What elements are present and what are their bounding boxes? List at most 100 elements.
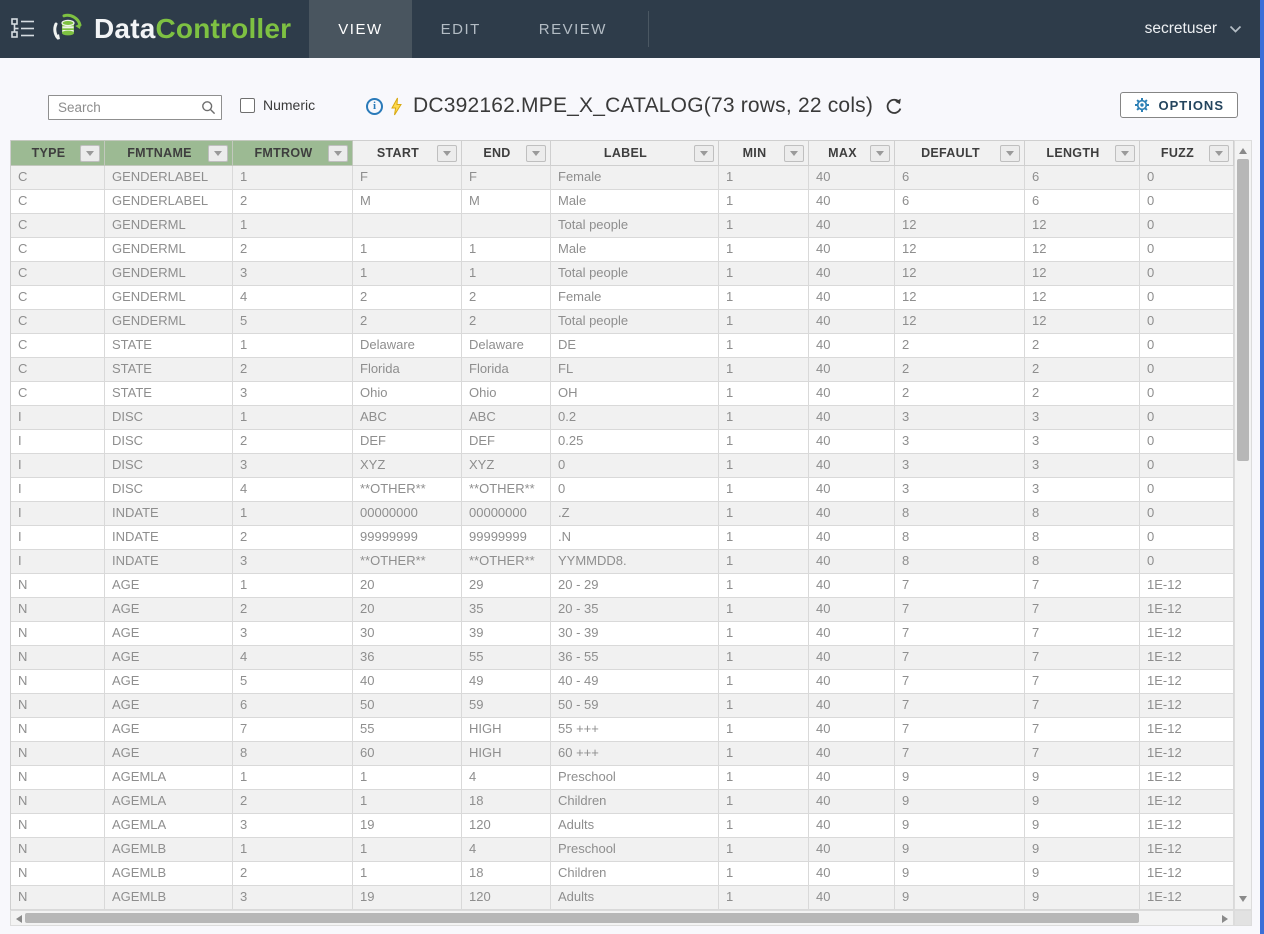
cell[interactable]: 9 xyxy=(895,814,1025,838)
cell[interactable]: Preschool xyxy=(551,838,719,862)
column-header-end[interactable]: END xyxy=(462,140,551,166)
cell[interactable]: 3 xyxy=(895,406,1025,430)
cell[interactable]: 1 xyxy=(719,358,809,382)
cell[interactable]: GENDERLABEL xyxy=(105,190,233,214)
tab-edit[interactable]: EDIT xyxy=(412,0,510,58)
cell[interactable]: Delaware xyxy=(462,334,551,358)
cell[interactable]: 1 xyxy=(462,262,551,286)
cell[interactable]: 1 xyxy=(719,238,809,262)
cell[interactable]: 40 xyxy=(809,526,895,550)
cell[interactable]: 6 xyxy=(1025,166,1140,190)
cell[interactable]: STATE xyxy=(105,334,233,358)
filter-button[interactable] xyxy=(526,145,546,162)
cell[interactable]: 59 xyxy=(462,694,551,718)
column-header-length[interactable]: LENGTH xyxy=(1025,140,1140,166)
cell[interactable]: 1 xyxy=(353,838,462,862)
cell[interactable]: 99999999 xyxy=(353,526,462,550)
cell[interactable]: 0 xyxy=(1140,430,1234,454)
cell[interactable]: 1E-12 xyxy=(1140,718,1234,742)
cell[interactable]: N xyxy=(11,766,105,790)
cell[interactable]: 3 xyxy=(895,478,1025,502)
cell[interactable]: 1 xyxy=(719,406,809,430)
cell[interactable]: 18 xyxy=(462,790,551,814)
cell[interactable]: 7 xyxy=(233,718,353,742)
cell[interactable]: DISC xyxy=(105,430,233,454)
cell[interactable]: Male xyxy=(551,190,719,214)
cell[interactable]: C xyxy=(11,310,105,334)
cell[interactable]: **OTHER** xyxy=(353,550,462,574)
cell[interactable]: INDATE xyxy=(105,550,233,574)
cell[interactable]: 40 xyxy=(809,454,895,478)
cell[interactable]: 1E-12 xyxy=(1140,790,1234,814)
cell[interactable]: AGE xyxy=(105,694,233,718)
cell[interactable]: AGEMLB xyxy=(105,862,233,886)
cell[interactable]: 7 xyxy=(1025,574,1140,598)
cell[interactable]: 0 xyxy=(1140,238,1234,262)
cell[interactable]: Female xyxy=(551,286,719,310)
cell[interactable]: 1 xyxy=(719,670,809,694)
cell[interactable]: 1 xyxy=(233,214,353,238)
cell[interactable]: Florida xyxy=(353,358,462,382)
cell[interactable]: 12 xyxy=(895,238,1025,262)
cell[interactable]: GENDERML xyxy=(105,238,233,262)
cell[interactable]: 12 xyxy=(1025,286,1140,310)
cell[interactable]: 4 xyxy=(462,766,551,790)
cell[interactable]: **OTHER** xyxy=(462,550,551,574)
cell[interactable]: I xyxy=(11,454,105,478)
cell[interactable]: Female xyxy=(551,166,719,190)
cell[interactable]: 1 xyxy=(719,790,809,814)
cell[interactable]: 2 xyxy=(1025,382,1140,406)
cell[interactable]: .Z xyxy=(551,502,719,526)
cell[interactable]: 7 xyxy=(1025,646,1140,670)
cell[interactable]: 40 xyxy=(809,838,895,862)
cell[interactable]: 2 xyxy=(353,310,462,334)
cell[interactable]: 1E-12 xyxy=(1140,766,1234,790)
cell[interactable]: 0 xyxy=(551,454,719,478)
cell[interactable]: Preschool xyxy=(551,766,719,790)
cell[interactable]: 3 xyxy=(233,262,353,286)
cell[interactable]: 5 xyxy=(233,310,353,334)
cell[interactable]: STATE xyxy=(105,382,233,406)
cell[interactable]: M xyxy=(462,190,551,214)
cell[interactable]: 6 xyxy=(895,166,1025,190)
cell[interactable]: Children xyxy=(551,862,719,886)
cell[interactable]: 55 +++ xyxy=(551,718,719,742)
column-header-start[interactable]: START xyxy=(353,140,462,166)
cell[interactable]: N xyxy=(11,886,105,910)
cell[interactable]: 1 xyxy=(233,166,353,190)
cell[interactable]: 1 xyxy=(719,526,809,550)
cell[interactable]: Adults xyxy=(551,814,719,838)
cell[interactable]: 7 xyxy=(895,742,1025,766)
cell[interactable]: 1 xyxy=(719,838,809,862)
cell[interactable]: N xyxy=(11,694,105,718)
cell[interactable]: 40 xyxy=(809,214,895,238)
cell[interactable]: 20 xyxy=(353,598,462,622)
cell[interactable]: 2 xyxy=(233,598,353,622)
cell[interactable]: N xyxy=(11,622,105,646)
cell[interactable]: 1E-12 xyxy=(1140,574,1234,598)
cell[interactable]: OH xyxy=(551,382,719,406)
cell[interactable]: 1 xyxy=(233,838,353,862)
cell[interactable]: N xyxy=(11,814,105,838)
cell[interactable]: 1 xyxy=(719,742,809,766)
filter-button[interactable] xyxy=(208,145,228,162)
cell[interactable]: 3 xyxy=(1025,406,1140,430)
column-header-fuzz[interactable]: FUZZ xyxy=(1140,140,1234,166)
cell[interactable]: 1 xyxy=(719,766,809,790)
cell[interactable]: ABC xyxy=(353,406,462,430)
cell[interactable] xyxy=(353,214,462,238)
cell[interactable]: 2 xyxy=(462,286,551,310)
cell[interactable]: Total people xyxy=(551,262,719,286)
cell[interactable]: 3 xyxy=(233,886,353,910)
cell[interactable]: 8 xyxy=(895,526,1025,550)
cell[interactable]: Adults xyxy=(551,886,719,910)
cell[interactable]: 40 xyxy=(809,598,895,622)
cell[interactable]: 40 xyxy=(809,790,895,814)
cell[interactable]: 9 xyxy=(1025,766,1140,790)
cell[interactable]: 40 xyxy=(809,478,895,502)
cell[interactable]: N xyxy=(11,790,105,814)
filter-button[interactable] xyxy=(437,145,457,162)
cell[interactable]: 0 xyxy=(1140,550,1234,574)
cell[interactable]: Ohio xyxy=(353,382,462,406)
cell[interactable]: Total people xyxy=(551,214,719,238)
